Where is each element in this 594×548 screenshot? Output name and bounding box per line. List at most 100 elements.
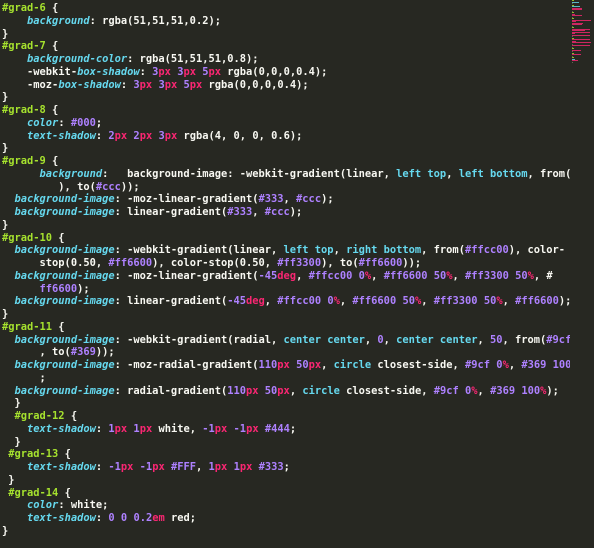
code-line[interactable]: background-image: -moz-radial-gradient( 1…	[2, 359, 570, 372]
code-token: ,	[477, 333, 490, 346]
code-token: }	[2, 91, 9, 104]
code-token: background	[27, 14, 90, 27]
code-token: , from(	[527, 167, 570, 180]
code-line[interactable]: background-image: -webkit-gradient(linea…	[2, 244, 566, 257]
code-line[interactable]: }	[2, 473, 15, 487]
code-line[interactable]: color: #000;	[2, 117, 102, 130]
code-token: background-image	[14, 193, 115, 206]
code-token: background-color	[27, 53, 128, 65]
code-line[interactable]: text-shadow: 0 0 0.2em red;	[2, 512, 196, 525]
code-line[interactable]: background-image: -moz-linear-gradient(-…	[2, 270, 553, 283]
code-line[interactable]: }	[2, 525, 8, 538]
code-token: : -moz-radial-gradient(	[114, 359, 259, 371]
code-line[interactable]: }	[2, 219, 8, 232]
code-line[interactable]: #grad-11 {	[2, 321, 65, 334]
code-line[interactable]: background-image: -webkit-gradient(radia…	[2, 334, 570, 347]
code-line[interactable]: }	[2, 436, 21, 449]
code-token: closest-side,	[339, 384, 434, 397]
minimap-line	[572, 1, 579, 3]
code-token: #grad-6	[2, 2, 46, 14]
code-token: px	[208, 65, 222, 78]
code-token: ;	[289, 422, 297, 435]
code-token: #grad-9	[2, 155, 46, 167]
code-token: );	[289, 206, 303, 218]
code-line[interactable]: #grad-8 {	[2, 104, 58, 117]
code-line[interactable]: stop(0.50, #ff6600), color-stop(0.50, #f…	[2, 257, 422, 270]
code-line[interactable]: }	[2, 142, 8, 155]
code-token: color	[27, 116, 59, 129]
code-token: ), to(	[2, 180, 96, 193]
code-token: }	[2, 473, 15, 486]
code-token: 100	[552, 359, 570, 371]
code-line[interactable]: background-image: linear-gradient(-45deg…	[2, 295, 570, 308]
code-token: background-image	[14, 359, 115, 371]
code-line[interactable]: background-image: radial-gradient(110px …	[2, 385, 559, 398]
code-line[interactable]: #grad-9 {	[2, 155, 58, 168]
code-token: );	[546, 384, 559, 397]
code-editor[interactable]: #grad-6 { background: rgba(51,51,51,0.2)…	[0, 0, 570, 548]
code-line[interactable]: color: white;	[2, 499, 108, 512]
code-line[interactable]: background: background-image: -webkit-gr…	[2, 168, 570, 181]
code-line[interactable]: background-color: rgba(51,51,51,0.8);	[2, 53, 258, 66]
code-token: ));	[120, 180, 140, 193]
code-token: #ffcc00	[308, 269, 353, 282]
code-line[interactable]: #grad-10 {	[2, 232, 65, 245]
minimap-line	[572, 45, 590, 46]
code-token: ,	[333, 244, 347, 257]
code-line[interactable]: #grad-12 {	[2, 410, 78, 423]
code-token: px	[189, 78, 203, 91]
code-line[interactable]: }	[2, 91, 8, 104]
code-line[interactable]: }	[2, 28, 8, 41]
code-line[interactable]: }	[2, 308, 8, 321]
code-line[interactable]: #grad-14 {	[2, 487, 71, 500]
code-token: background-image	[14, 206, 115, 218]
code-line[interactable]: #grad-13 {	[2, 448, 71, 461]
code-token: -1	[108, 461, 121, 473]
code-line[interactable]: ;	[2, 372, 46, 385]
code-token: px	[239, 461, 253, 473]
code-line[interactable]: #grad-6 {	[2, 2, 58, 15]
code-token: #369	[490, 384, 516, 397]
code-line[interactable]: , to(#369));	[2, 346, 115, 359]
code-token: ,	[289, 384, 303, 397]
code-line[interactable]: -moz-box-shadow: 3px 3px 5px rgba(0,0,0,…	[2, 79, 309, 92]
code-line[interactable]: #grad-7 {	[2, 40, 58, 53]
code-token: -45	[227, 295, 246, 308]
code-token: , to(	[2, 346, 71, 359]
code-token: #444	[264, 422, 290, 435]
code-token: #ff3300	[465, 269, 509, 282]
code-token: px	[139, 78, 153, 91]
code-token: #369	[70, 346, 96, 359]
code-line[interactable]: text-shadow: -1px -1px #FFF, 1px 1px #33…	[2, 461, 290, 474]
code-token: {	[52, 320, 65, 333]
code-token: ), to(	[321, 257, 359, 269]
code-token: #ccc	[264, 206, 290, 218]
code-token: 50	[296, 359, 309, 371]
code-line[interactable]: background-image: -moz-linear-gradient(#…	[2, 193, 334, 206]
code-line[interactable]: background: rgba(51,51,51,0.2);	[2, 15, 221, 28]
code-token: #9cf	[546, 333, 570, 346]
code-token: : white;	[58, 499, 109, 512]
code-line[interactable]: }	[2, 397, 21, 410]
code-token: #ff6600	[515, 295, 559, 308]
code-token: }	[2, 218, 9, 231]
code-token: px	[114, 129, 128, 142]
code-line[interactable]: text-shadow: 1px 1px white, -1px -1px #4…	[2, 423, 296, 436]
code-line[interactable]: ff6600);	[2, 283, 90, 296]
code-token: :	[95, 129, 109, 142]
code-token: :	[58, 116, 71, 129]
code-token: }	[2, 397, 21, 410]
code-token: center center	[396, 333, 478, 346]
code-line[interactable]: text-shadow: 2px 2px 3px rgba(4, 0, 0, 0…	[2, 130, 302, 143]
code-line[interactable]: ), to(#ccc));	[2, 180, 140, 194]
code-line[interactable]: -webkit-box-shadow: 3px 3px 5px rgba(0,0…	[2, 66, 327, 79]
code-token: background	[39, 167, 103, 180]
code-token: ));	[402, 257, 422, 269]
minimap[interactable]	[572, 0, 592, 63]
code-line[interactable]: background-image: linear-gradient(#333, …	[2, 206, 303, 219]
